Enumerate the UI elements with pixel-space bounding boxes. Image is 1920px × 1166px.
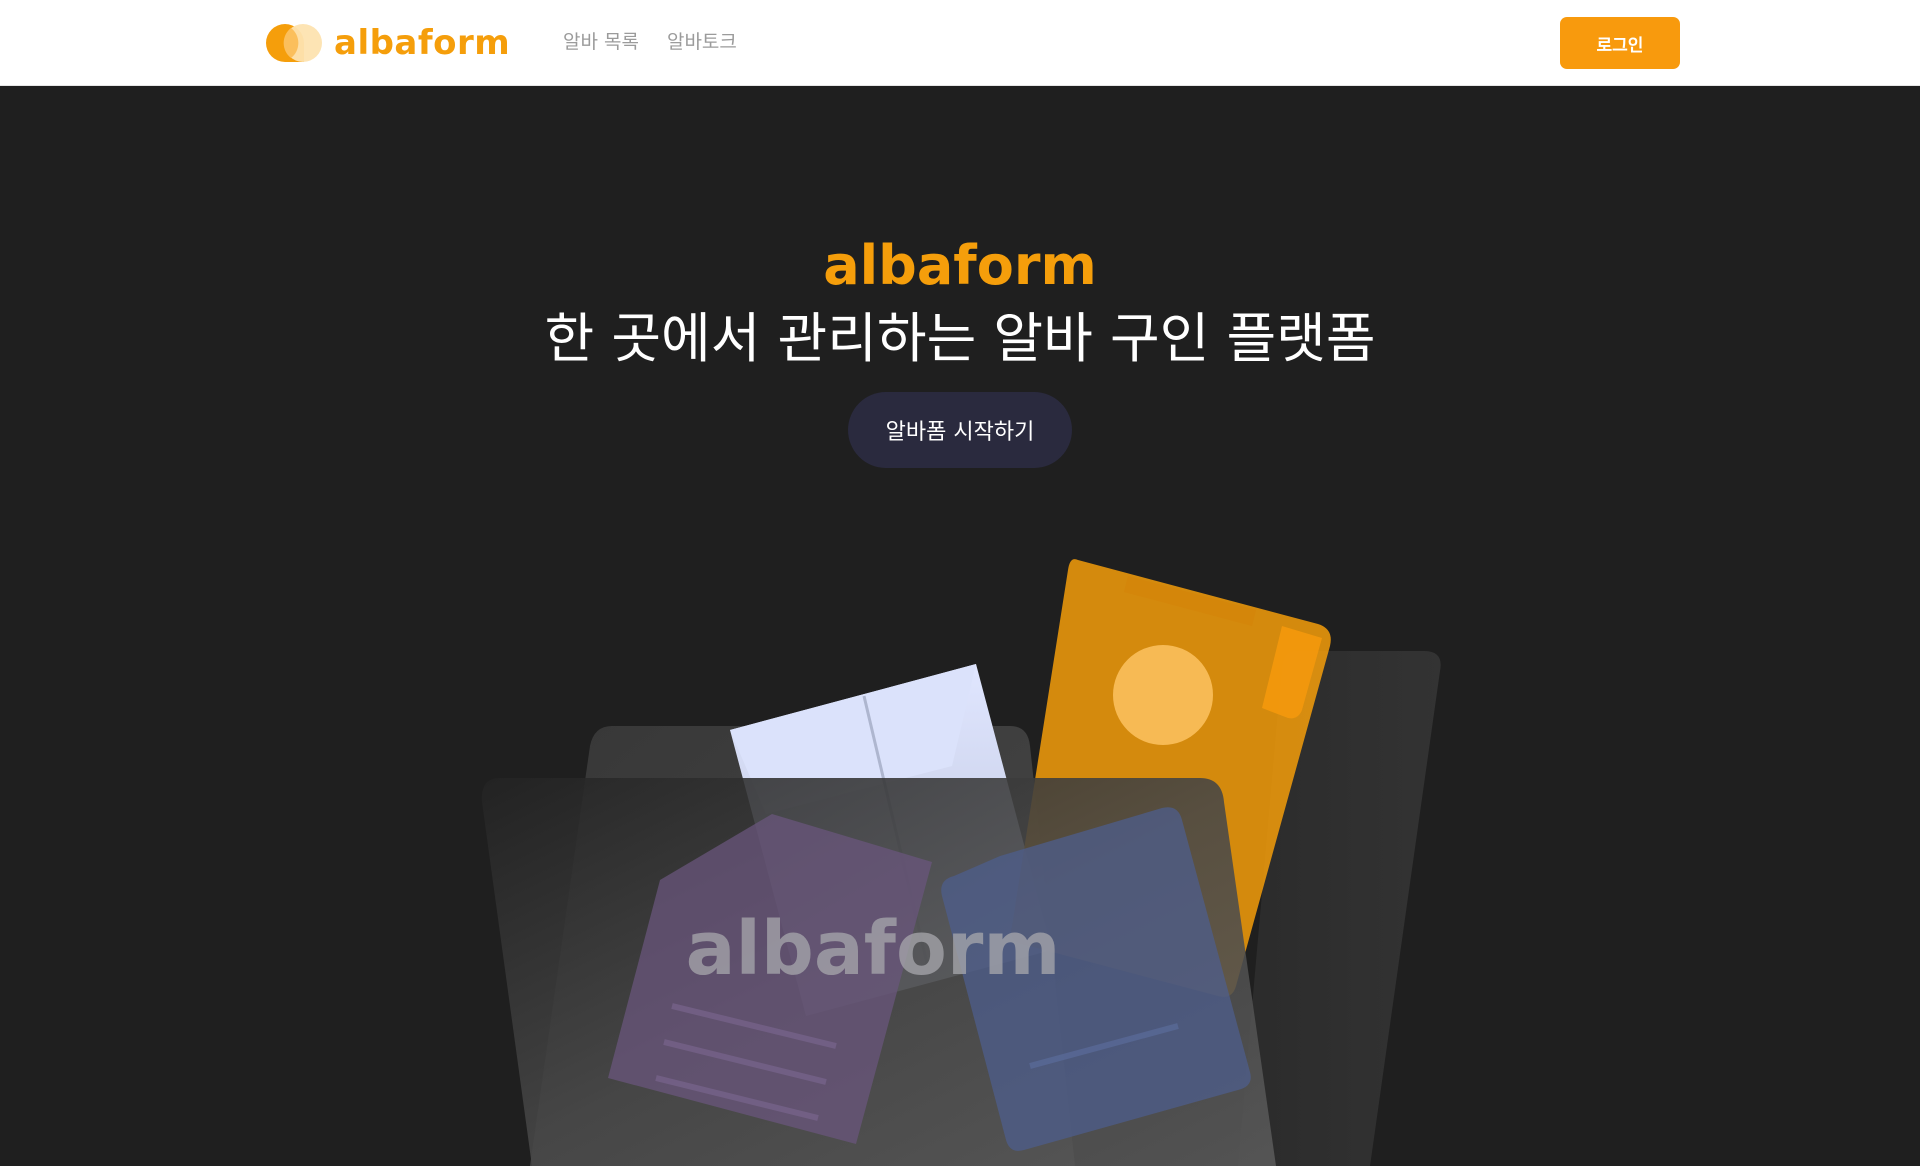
albaform-logo-icon (266, 24, 322, 62)
logo-wordmark: albaform (334, 23, 511, 63)
illustration-brand-text: albaform (686, 906, 1061, 992)
start-albaform-button[interactable]: 알바폼 시작하기 (848, 392, 1072, 468)
top-navigation-bar: albaform 알바 목록 알바토크 로그인 (0, 0, 1920, 86)
albaform-logo[interactable]: albaform (264, 22, 510, 64)
nav-item-alba-list[interactable]: 알바 목록 (563, 28, 639, 56)
hero-section: albaform albaform 한 곳에서 관리하는 알바 구인 플랫폼 알… (0, 86, 1920, 1166)
nav-item-alba-talk[interactable]: 알바토크 (667, 28, 737, 56)
hero-title: 한 곳에서 관리하는 알바 구인 플랫폼 (544, 307, 1376, 370)
main-nav: 알바 목록 알바토크 (563, 28, 737, 56)
login-button[interactable]: 로그인 (1560, 17, 1680, 69)
hero-brand-wordmark: albaform (823, 234, 1097, 297)
